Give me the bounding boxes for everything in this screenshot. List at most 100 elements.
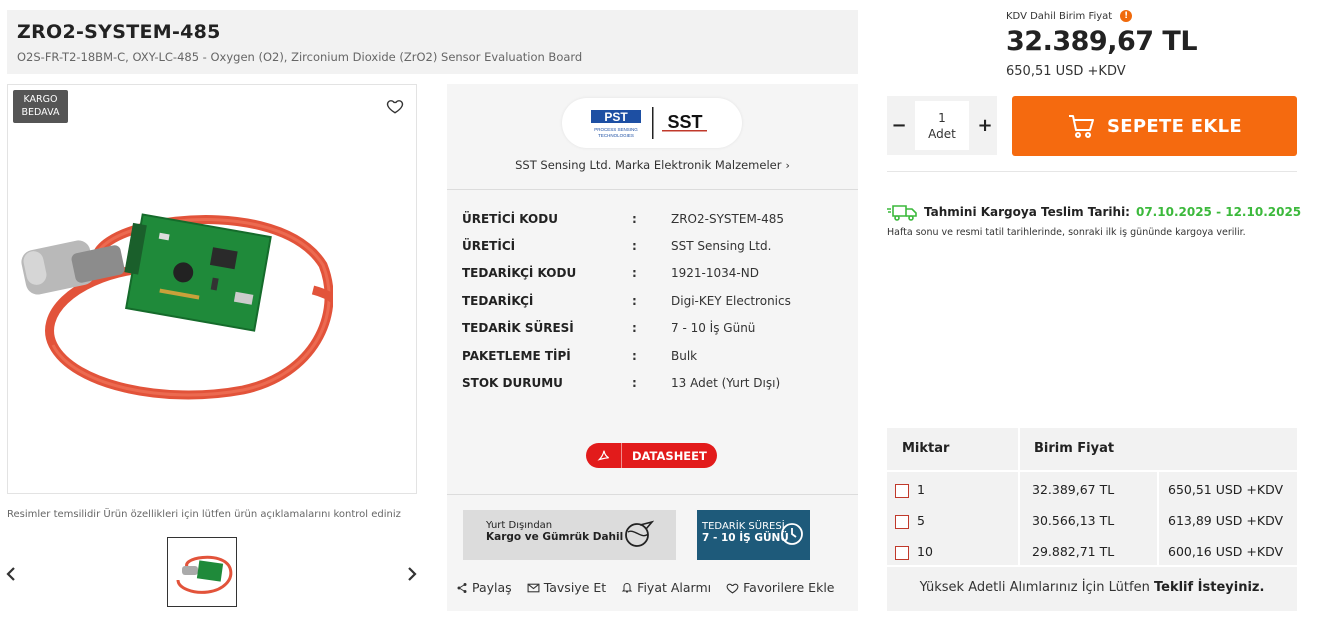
tier-qty: 5 [917, 513, 925, 528]
divider [1018, 428, 1020, 470]
favorites-label: Favorilere Ekle [743, 580, 835, 595]
tier-price-tl: 32.389,67 TL [1032, 482, 1115, 497]
spec-key: TEDARİKÇİ KODU [462, 266, 577, 281]
globe-icon [625, 520, 654, 547]
pdf-icon [586, 443, 622, 468]
product-image-frame[interactable]: KARGO BEDAVA [7, 84, 417, 494]
spec-row: ÜRETİCİ: SST Sensing Ltd. [462, 232, 791, 259]
brand-link[interactable]: SST Sensing Ltd. Marka Elektronik Malzem… [447, 158, 858, 172]
image-disclaimer: Resimler temsilidir Ürün özellikleri içi… [7, 509, 401, 520]
spec-sep: : [632, 211, 637, 226]
price-alarm-label: Fiyat Alarmı [637, 580, 712, 595]
product-subtitle: O2S-FR-T2-18BM-C, OXY-LC-485 - Oxygen (O… [17, 50, 583, 64]
bell-icon [621, 582, 633, 593]
table-row: 5 30.566,13 TL 613,89 USD +KDV [887, 503, 1297, 534]
spec-sep: : [632, 321, 637, 336]
recommend-label: Tavsiye Et [543, 580, 607, 595]
share-button[interactable]: Paylaş [456, 580, 512, 595]
unit-price: 32.389,67 TL [1006, 26, 1198, 57]
tier-price-tl: 30.566,13 TL [1032, 513, 1115, 528]
delivery-estimate: Tahmini Kargoya Teslim Tarihi: 07.10.202… [887, 203, 1301, 221]
spec-sep: : [632, 348, 637, 363]
tier-price-tl: 29.882,71 TL [1032, 544, 1115, 559]
supply-banner-line2: 7 - 10 İŞ GÜNÜ [702, 532, 789, 544]
spec-value: ZRO2-SYSTEM-485 [671, 211, 785, 226]
brand-link-label: SST Sensing Ltd. Marka Elektronik Malzem… [515, 158, 782, 172]
product-thumbnail[interactable] [167, 537, 237, 607]
datasheet-label: DATASHEET [632, 448, 707, 463]
spec-value: 7 - 10 İş Günü [671, 321, 756, 336]
tier-qty: 1 [917, 482, 925, 497]
qty-unit: Adet [928, 127, 956, 141]
share-actions: Paylaş Tavsiye Et Fiyat Alarmı Favoriler… [456, 580, 834, 595]
chevron-right-icon[interactable] [405, 564, 419, 584]
spec-table: ÜRETİCİ KODU: ZRO2-SYSTEM-485 ÜRETİCİ: SST… [462, 205, 791, 397]
divider [447, 494, 858, 495]
spec-key: TEDARİK SÜRESİ [462, 321, 574, 336]
price-label-text: KDV Dahil Birim Fiyat [1006, 10, 1113, 22]
price-alarm-button[interactable]: Fiyat Alarmı [621, 580, 711, 595]
supply-time-banner: TEDARİK SÜRESİ 7 - 10 İŞ GÜNÜ [697, 510, 810, 560]
free-shipping-badge: KARGO BEDAVA [13, 90, 68, 123]
spec-row: TEDARİKÇİ: Digi-KEY Electronics [462, 287, 791, 314]
spec-value: Digi-KEY Electronics [671, 293, 791, 308]
add-favorites-button[interactable]: Favorilere Ekle [726, 580, 834, 595]
brand-logo[interactable]: PST PROCESS SENSING TECHNOLOGIES SST [562, 98, 742, 148]
heart-icon[interactable] [386, 97, 404, 115]
svg-text:TECHNOLOGIES: TECHNOLOGIES [598, 133, 634, 138]
price-label: KDV Dahil Birim Fiyat ! [1006, 10, 1133, 22]
cart-icon [1069, 115, 1095, 138]
tier-checkbox[interactable] [895, 546, 909, 560]
qty-value: 1 [938, 111, 946, 125]
spec-sep: : [632, 376, 637, 391]
tier-header-qty: Miktar [902, 441, 950, 456]
tier-price-table: Miktar Birim Fiyat 1 32.389,67 TL 650,51… [887, 428, 1297, 611]
badge-line1: KARGO [23, 94, 58, 105]
mail-icon [527, 583, 540, 592]
spec-sep: : [632, 293, 637, 308]
product-title: ZRO2-SYSTEM-485 [17, 21, 221, 43]
spec-key: ÜRETİCİ [462, 239, 516, 254]
qty-increase-button[interactable]: + [973, 96, 997, 155]
divider [1018, 472, 1020, 565]
tier-header-price: Birim Fiyat [1034, 441, 1115, 456]
add-to-cart-button[interactable]: SEPETE EKLE [1012, 96, 1297, 156]
spec-key: PAKETLEME TİPİ [462, 348, 571, 363]
datasheet-button[interactable]: DATASHEET [586, 443, 717, 468]
tier-checkbox[interactable] [895, 515, 909, 529]
spec-sep: : [632, 239, 637, 254]
share-icon [457, 582, 467, 593]
spec-row: PAKETLEME TİPİ: Bulk [462, 342, 791, 369]
request-quote-bold: Teklif İsteyiniz. [1153, 580, 1265, 595]
request-quote-link[interactable]: Yüksek Adetli Alımlarınız İçin Lütfen Te… [887, 580, 1297, 595]
spec-key: TEDARİKÇİ [462, 293, 534, 308]
table-row: 10 29.882,71 TL 600,16 USD +KDV [887, 534, 1297, 565]
clock-icon [781, 523, 803, 545]
spec-value: Bulk [671, 348, 698, 363]
spec-value: 1921-1034-ND [671, 266, 759, 281]
tier-price-usd: 613,89 USD +KDV [1168, 513, 1284, 528]
tier-header: Miktar Birim Fiyat [887, 428, 1297, 470]
request-quote-text: Yüksek Adetli Alımlarınız İçin Lütfen [919, 580, 1150, 595]
heart-icon [726, 583, 739, 594]
qty-input[interactable]: 1 Adet [915, 101, 969, 150]
chevron-left-icon[interactable] [4, 564, 18, 584]
spec-value: SST Sensing Ltd. [671, 239, 772, 254]
recommend-button[interactable]: Tavsiye Et [527, 580, 606, 595]
truck-icon [887, 205, 917, 221]
qty-decrease-button[interactable]: − [887, 96, 911, 155]
tier-checkbox[interactable] [895, 484, 909, 498]
share-label: Paylaş [472, 580, 512, 595]
unit-price-usd: 650,51 USD +KDV [1006, 64, 1126, 79]
divider [447, 189, 858, 190]
logo-right-text: SST [667, 112, 702, 132]
warning-icon[interactable]: ! [1120, 10, 1133, 22]
tier-price-usd: 600,16 USD +KDV [1168, 544, 1284, 559]
tier-price-usd: 650,51 USD +KDV [1168, 482, 1284, 497]
product-info-panel: PST PROCESS SENSING TECHNOLOGIES SST SST… [447, 84, 858, 611]
divider [887, 171, 1297, 172]
spec-row: TEDARİKÇİ KODU: 1921-1034-ND [462, 260, 791, 287]
cargo-banner-line2: Kargo ve Gümrük Dahil [486, 531, 624, 543]
product-header: ZRO2-SYSTEM-485 O2S-FR-T2-18BM-C, OXY-LC… [7, 10, 858, 74]
delivery-dates: 07.10.2025 - 12.10.2025 [1135, 205, 1302, 219]
